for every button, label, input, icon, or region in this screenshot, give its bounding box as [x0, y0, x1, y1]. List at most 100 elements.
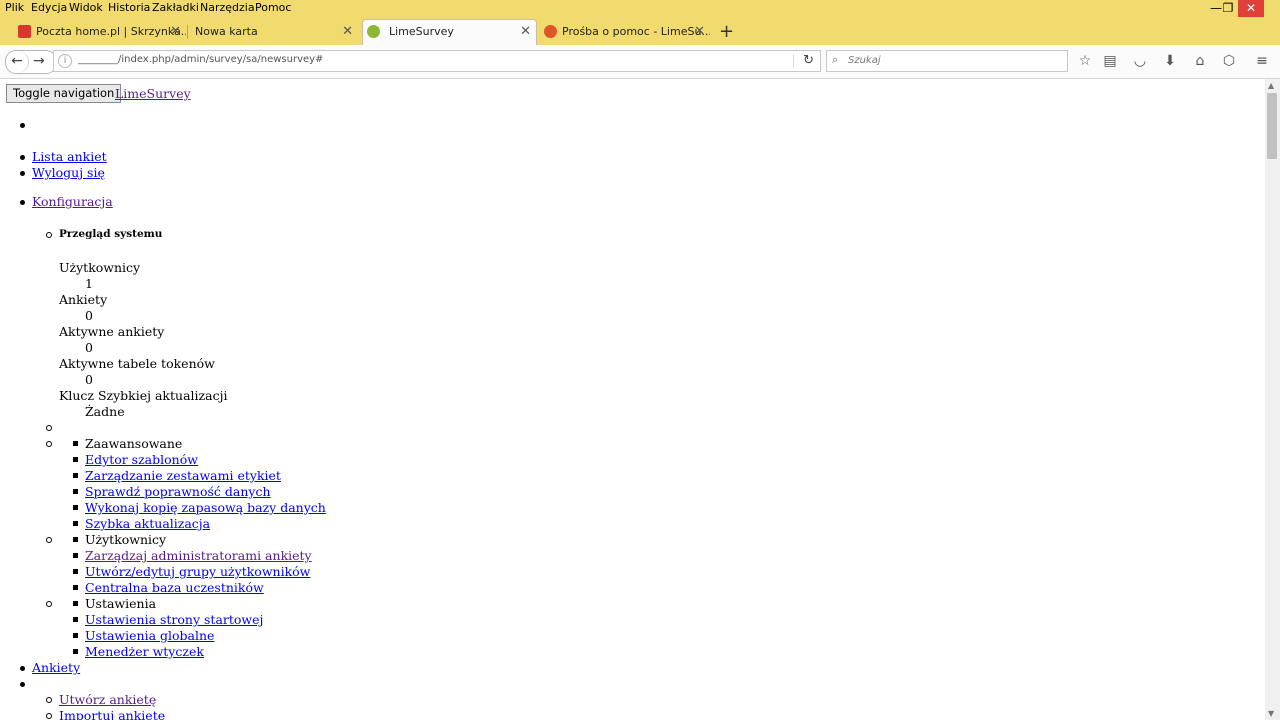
addon-icon[interactable]: ⬡: [1220, 53, 1238, 69]
vertical-scrollbar[interactable]: ▲ ▼: [1265, 79, 1280, 720]
forward-button[interactable]: →: [33, 51, 45, 72]
zestawy-etykiet-link[interactable]: Zarządzanie zestawami etykiet: [85, 468, 281, 483]
tab-close-icon[interactable]: ✕: [520, 20, 531, 44]
close-window-button[interactable]: ✕: [1238, 0, 1264, 17]
search-icon: ⌕: [832, 53, 839, 66]
konfiguracja-link[interactable]: Konfiguracja: [32, 194, 113, 209]
limesurvey-favicon-icon: [367, 25, 380, 38]
importuj-ankiete-link[interactable]: Importuj ankietę: [59, 708, 165, 720]
bullet: [20, 123, 25, 128]
administratorzy-link[interactable]: Zarządzaj administratorami ankiety: [85, 548, 312, 563]
stat-label: Ankiety: [59, 292, 108, 307]
menu-widok[interactable]: Widok: [69, 1, 103, 14]
lifebuoy-favicon-icon: [544, 25, 557, 38]
hamburger-menu-icon[interactable]: ≡: [1253, 53, 1271, 69]
tab-label: Nowa karta: [195, 25, 258, 38]
pocket-icon[interactable]: ◡: [1131, 53, 1149, 69]
stat-value: 0: [85, 308, 93, 323]
kopia-zapasowa-link[interactable]: Wykonaj kopię zapasową bazy danych: [85, 500, 326, 515]
mail-favicon-icon: [18, 25, 31, 38]
stat-value: 0: [85, 372, 93, 387]
toggle-navigation-button[interactable]: Toggle navigation: [6, 84, 122, 103]
star-icon[interactable]: ☆: [1076, 53, 1094, 69]
bullet: [73, 489, 78, 494]
bullet: [73, 521, 78, 526]
stat-label: Użytkownicy: [59, 260, 141, 275]
menu-edycja[interactable]: Edycja: [31, 1, 67, 14]
baza-uczestnikow-link[interactable]: Centralna baza uczestników: [85, 580, 264, 595]
navigation-toolbar: ← → i ________/index.php/admin/survey/sa…: [0, 45, 1280, 79]
back-button[interactable]: ←: [6, 51, 29, 73]
reload-button[interactable]: ↻: [803, 53, 814, 68]
bullet: [73, 537, 78, 542]
edytor-szablonow-link[interactable]: Edytor szablonów: [85, 452, 198, 467]
reading-list-icon[interactable]: ▤: [1101, 53, 1119, 69]
bullet: [20, 666, 25, 671]
grupy-uzytkownikow-link[interactable]: Utwórz/edytuj grupy użytkowników: [85, 564, 310, 579]
menedzer-wtyczek-link[interactable]: Menedżer wtyczek: [85, 644, 204, 659]
lista-ankiet-link[interactable]: Lista ankiet: [32, 149, 107, 164]
bullet: [73, 585, 78, 590]
stat-value: 0: [85, 340, 93, 355]
tab-poczta[interactable]: Poczta home.pl | Skrzynka... ✕: [14, 20, 186, 44]
bullet: [73, 617, 78, 622]
url-separator: [793, 54, 794, 68]
wyloguj-link[interactable]: Wyloguj się: [32, 165, 105, 180]
menu-historia[interactable]: Historia: [108, 1, 150, 14]
bullet: [46, 601, 52, 607]
bullet: [73, 553, 78, 558]
back-forward-group: ← →: [5, 50, 57, 74]
bullet: [73, 633, 78, 638]
bullet: [46, 713, 52, 719]
szybka-aktualizacja-link[interactable]: Szybka aktualizacja: [85, 516, 210, 531]
menu-plik[interactable]: Plik: [5, 1, 24, 14]
bullet: [73, 441, 78, 446]
home-icon[interactable]: ⌂: [1191, 53, 1209, 69]
bullet: [46, 425, 52, 431]
sprawdz-dane-link[interactable]: Sprawdź poprawność danych: [85, 484, 271, 499]
bullet: [20, 200, 25, 205]
brand-link[interactable]: LimeSurvey: [115, 86, 191, 101]
search-input[interactable]: Szukaj: [848, 55, 881, 66]
search-bar[interactable]: ⌕ Szukaj: [826, 50, 1068, 72]
strona-startowa-link[interactable]: Ustawienia strony startowej: [85, 612, 263, 627]
tab-close-icon[interactable]: ✕: [694, 20, 705, 44]
info-icon[interactable]: i: [58, 54, 72, 68]
scrollbar-thumb[interactable]: [1267, 93, 1277, 159]
url-text[interactable]: ________/index.php/admin/survey/sa/newsu…: [78, 54, 323, 65]
bullet: [73, 569, 78, 574]
menu-pomoc[interactable]: Pomoc: [255, 1, 291, 14]
stat-value: Żadne: [85, 404, 125, 419]
bullet: [20, 682, 25, 687]
stat-label: Klucz Szybkiej aktualizacji: [59, 388, 228, 403]
tab-label: LimeSurvey: [389, 25, 454, 38]
tab-prosba[interactable]: Prośba o pomoc - LimeSu... ✕: [540, 20, 710, 44]
tab-bar: Poczta home.pl | Skrzynka... ✕ Nowa kart…: [0, 19, 1280, 45]
download-icon[interactable]: ⬇: [1161, 53, 1179, 69]
tab-nowa-karta[interactable]: Nowa karta ✕: [174, 20, 358, 44]
ankiety-link[interactable]: Ankiety: [32, 660, 80, 675]
ustawienia-globalne-link[interactable]: Ustawienia globalne: [85, 628, 214, 643]
tab-label: Poczta home.pl | Skrzynka...: [36, 25, 186, 38]
bullet: [20, 171, 25, 176]
scroll-down-icon[interactable]: ▼: [1268, 709, 1274, 718]
tab-label: Prośba o pomoc - LimeSu...: [562, 25, 710, 38]
tab-limesurvey[interactable]: LimeSurvey ✕: [362, 19, 537, 45]
stat-value: 1: [85, 276, 93, 291]
new-tab-button[interactable]: +: [719, 20, 734, 44]
tab-close-icon[interactable]: ✕: [342, 20, 353, 44]
menu-narzedzia[interactable]: Narzędzia: [200, 1, 255, 14]
menu-zakladki[interactable]: Zakładki: [152, 1, 199, 14]
utworz-ankiete-link[interactable]: Utwórz ankietę: [59, 692, 156, 707]
url-bar[interactable]: i ________/index.php/admin/survey/sa/new…: [53, 50, 821, 72]
bullet: [73, 649, 78, 654]
bullet: [46, 697, 52, 703]
section-title: Użytkownicy: [85, 532, 167, 547]
bullet: [73, 457, 78, 462]
bullet: [46, 232, 52, 238]
browser-chrome: Plik Edycja Widok Historia Zakładki Narz…: [0, 0, 1280, 79]
bullet: [20, 155, 25, 160]
section-title: Zaawansowane: [85, 436, 183, 451]
bullet: [46, 537, 52, 543]
scroll-up-icon[interactable]: ▲: [1268, 81, 1274, 90]
